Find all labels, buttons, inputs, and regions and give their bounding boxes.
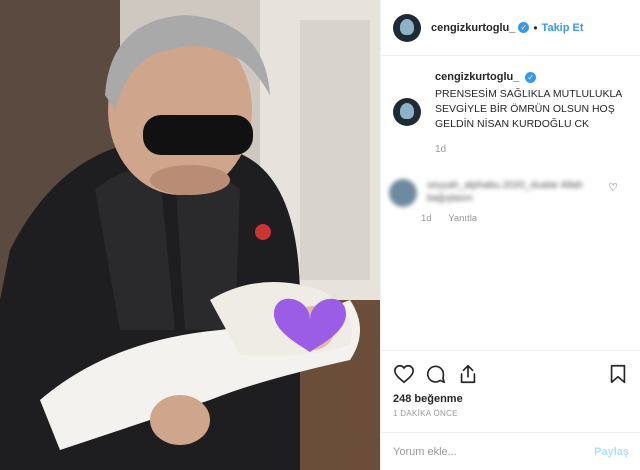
separator-dot: • (533, 20, 538, 35)
post-photo[interactable] (0, 0, 380, 470)
commenter-avatar[interactable] (389, 179, 417, 207)
caption: cengizkurtoglu_ ✓ PRENSESİM SAĞLIKLA MUT… (381, 56, 640, 157)
verified-icon: ✓ (525, 71, 537, 83)
caption-body: cengizkurtoglu_ ✓ PRENSESİM SAĞLIKLA MUT… (435, 70, 628, 157)
post-sidebar: cengizkurtoglu_ ✓ • Takip Et cengizkurto… (380, 0, 640, 470)
bookmark-icon[interactable] (607, 363, 629, 385)
comment: seyyah_alphabu.2020_dualar Allah bağışla… (381, 157, 640, 207)
caption-avatar[interactable] (393, 98, 421, 126)
instagram-post: cengizkurtoglu_ ✓ • Takip Et cengizkurto… (0, 0, 640, 470)
action-icons (393, 361, 629, 387)
verified-icon: ✓ (518, 22, 530, 33)
post-actions: 248 beğenme 1 DAKİKA ÖNCE (381, 350, 640, 418)
avatar[interactable] (393, 13, 421, 42)
caption-username[interactable]: cengizkurtoglu_ (435, 71, 519, 83)
comment-box: Paylaş (381, 432, 640, 470)
photo-illustration (0, 0, 380, 470)
comment-text: seyyah_alphabu.2020_dualar Allah bağışla… (427, 180, 583, 204)
username-link[interactable]: cengizkurtoglu_ (431, 22, 515, 34)
comment-icon[interactable] (425, 363, 447, 385)
comment-meta: 1d Yanıtla (381, 207, 640, 224)
caption-text: PRENSESİM SAĞLIKLA MUTLULUKLA SEVGİYLE B… (435, 88, 622, 130)
caption-time[interactable]: 1d (435, 142, 628, 157)
likes-count[interactable]: 248 beğenme (393, 393, 629, 405)
post-time[interactable]: 1 DAKİKA ÖNCE (393, 409, 629, 418)
follow-button[interactable]: Takip Et (542, 22, 584, 34)
share-icon[interactable] (457, 363, 479, 385)
post-header: cengizkurtoglu_ ✓ • Takip Et (381, 0, 640, 56)
comment-input[interactable] (393, 445, 595, 458)
post-comment-button[interactable]: Paylaş (594, 446, 629, 458)
heart-icon[interactable] (393, 363, 415, 385)
comment-like-icon[interactable]: ♡ (608, 181, 618, 194)
reply-button[interactable]: Yanıtla (448, 213, 477, 224)
comment-time[interactable]: 1d (421, 213, 432, 224)
